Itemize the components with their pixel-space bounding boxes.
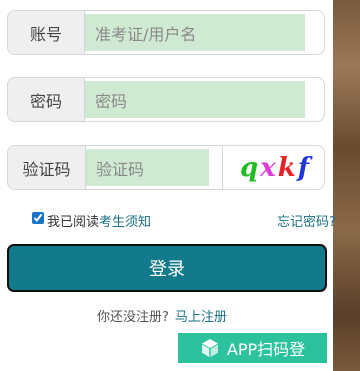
agreement-prefix: 我已阅读	[47, 215, 100, 230]
login-button[interactable]: 登录	[7, 244, 327, 292]
options-row: 我已阅读考生须知 忘记密码?	[32, 211, 342, 230]
captcha-char: k	[277, 152, 296, 183]
account-label: 账号	[8, 11, 85, 54]
captcha-image[interactable]: q x k f	[222, 146, 324, 189]
captcha-char: x	[260, 152, 276, 183]
app-scan-login-button[interactable]: APP扫码登	[178, 333, 327, 363]
register-prompt: 你还没注册?	[97, 310, 169, 325]
forgot-password-link[interactable]: 忘记密码?	[277, 211, 336, 230]
captcha-char: f	[297, 152, 309, 183]
app-scan-login-label: APP扫码登	[226, 340, 306, 359]
password-input[interactable]: 密码	[85, 81, 305, 118]
account-input[interactable]: 准考证/用户名	[85, 14, 305, 51]
register-link[interactable]: 马上注册	[175, 310, 227, 325]
password-label: 密码	[8, 78, 85, 121]
background-photo-strip	[333, 0, 360, 371]
captcha-char: q	[240, 152, 259, 183]
cube-icon	[200, 338, 220, 358]
captcha-field: 验证码 验证码 q x k f	[7, 145, 325, 190]
password-field: 密码 密码	[7, 77, 325, 122]
account-field: 账号 准考证/用户名	[7, 10, 325, 55]
agree-checkbox[interactable]	[32, 212, 44, 224]
captcha-label: 验证码	[8, 146, 86, 189]
captcha-input[interactable]: 验证码	[86, 149, 209, 186]
register-row: 你还没注册? 马上注册	[97, 306, 227, 325]
exam-notice-link[interactable]: 考生须知	[99, 215, 151, 230]
agreement-text: 我已阅读考生须知	[47, 211, 151, 230]
